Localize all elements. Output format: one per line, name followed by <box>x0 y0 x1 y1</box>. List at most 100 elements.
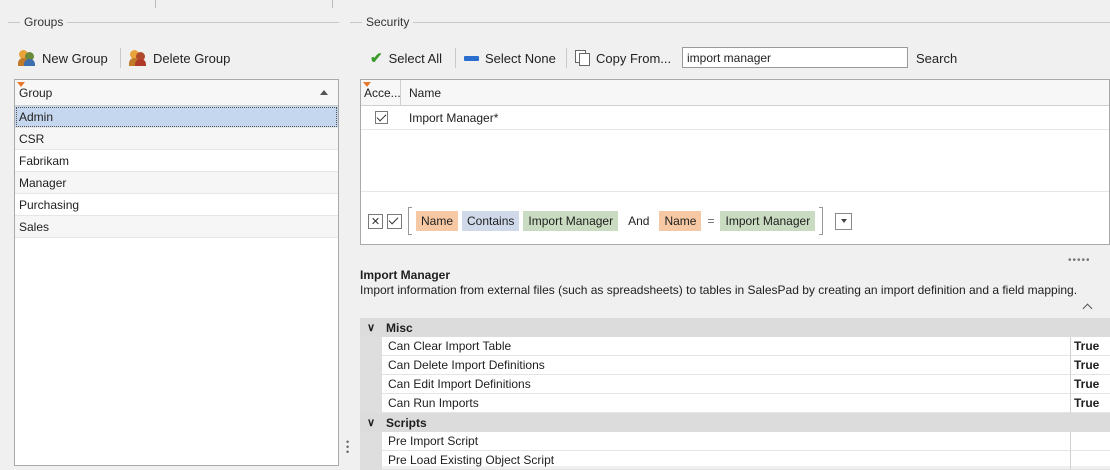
new-group-icon <box>18 50 36 66</box>
property-value[interactable]: True <box>1070 356 1110 375</box>
property-row[interactable]: Can Run Imports True <box>360 394 1110 413</box>
security-row[interactable]: Import Manager* <box>361 106 1109 130</box>
filter-dropdown-button[interactable] <box>835 212 853 230</box>
checkmark-icon: ✔ <box>370 49 383 67</box>
select-none-button[interactable]: Select None <box>464 47 556 69</box>
filter-bracket-close <box>819 207 824 235</box>
groups-panel-title: Groups <box>20 15 68 29</box>
filter-field-1[interactable]: Name <box>416 211 459 231</box>
vertical-splitter-grip-icon[interactable]: • • • <box>346 438 349 457</box>
property-value[interactable]: True <box>1070 375 1110 394</box>
access-checkbox[interactable] <box>374 111 388 124</box>
filter-conjunction[interactable]: And <box>622 214 655 228</box>
property-row[interactable]: Can Delete Import Definitions True <box>360 356 1110 375</box>
filter-bracket-open <box>408 207 412 235</box>
groups-grid: Group Admin CSR Fabrikam Manager Purchasing S… <box>14 79 339 466</box>
property-gutter <box>360 375 382 394</box>
chevron-up-icon[interactable] <box>1082 303 1093 314</box>
group-row[interactable]: Manager <box>15 172 338 194</box>
group-row[interactable]: CSR <box>15 128 338 150</box>
property-grid: ∨ Misc Can Clear Import Table True Can Delet… <box>360 318 1110 470</box>
name-column-header[interactable]: Name <box>401 86 441 100</box>
property-category[interactable]: ∨ Scripts <box>360 413 1110 432</box>
filter-value-1[interactable]: Import Manager <box>523 211 619 231</box>
property-gutter <box>360 432 382 451</box>
collapse-chevron-icon[interactable]: ∨ <box>360 321 382 334</box>
group-row-label: Admin <box>19 109 54 124</box>
filter-field-2[interactable]: Name <box>659 211 702 231</box>
clear-filter-icon[interactable]: ✕ <box>368 213 383 229</box>
enable-filter-checkbox[interactable] <box>387 213 402 229</box>
property-value[interactable] <box>1070 432 1110 451</box>
property-category-label: Misc <box>386 320 413 335</box>
group-row-label: Sales <box>19 219 50 234</box>
security-panel-title: Security <box>362 15 414 29</box>
property-gutter <box>360 337 382 356</box>
property-name: Can Edit Import Definitions <box>382 375 1070 394</box>
group-row[interactable]: Purchasing <box>15 194 338 216</box>
filter-indicator-icon <box>363 82 371 87</box>
property-row[interactable]: Can Clear Import Table True <box>360 337 1110 356</box>
group-column-header[interactable]: Group <box>15 80 338 106</box>
group-row[interactable]: Fabrikam <box>15 150 338 172</box>
description-text: Import information from external files (… <box>360 283 1078 297</box>
top-divider <box>332 0 333 8</box>
splitter-grip-icon[interactable]: ••••• <box>1068 255 1091 266</box>
security-grid-header: Acce... Name <box>361 80 1109 106</box>
group-row-label: Purchasing <box>19 197 80 212</box>
top-remnant <box>0 0 1110 8</box>
property-row[interactable]: Pre Load Existing Object Script <box>360 451 1110 470</box>
top-divider <box>155 0 156 8</box>
security-row-name: Import Manager* <box>409 110 499 125</box>
property-row[interactable]: Pre Import Script <box>360 432 1110 451</box>
group-column-label: Group <box>19 85 53 100</box>
description-title: Import Manager <box>360 268 451 282</box>
new-group-label: New Group <box>42 50 108 66</box>
toolbar-separator <box>455 48 456 68</box>
property-scroll-top <box>360 302 1110 316</box>
copy-from-label: Copy From... <box>596 50 672 66</box>
group-row-label: CSR <box>19 131 45 146</box>
group-row[interactable]: Sales <box>15 216 338 238</box>
property-row[interactable]: Can Edit Import Definitions True <box>360 375 1110 394</box>
property-gutter <box>360 394 382 413</box>
collapse-chevron-icon[interactable]: ∨ <box>360 416 382 429</box>
select-all-button[interactable]: ✔ Select All <box>370 47 442 69</box>
search-label: Search <box>916 50 958 66</box>
group-list: Admin CSR Fabrikam Manager Purchasing Sales <box>15 106 338 238</box>
property-category[interactable]: ∨ Misc <box>360 318 1110 337</box>
security-grid: Acce... Name Import Manager* ✕ Name Cont… <box>360 79 1110 245</box>
property-value[interactable]: True <box>1070 394 1110 413</box>
property-name: Pre Load Existing Object Script <box>382 451 1070 470</box>
filter-operator-2[interactable]: = <box>705 214 716 228</box>
filter-indicator-icon <box>17 82 25 87</box>
property-name: Can Run Imports <box>382 394 1070 413</box>
property-name: Pre Import Script <box>382 432 1070 451</box>
property-value[interactable] <box>1070 451 1110 470</box>
copy-document-icon <box>575 50 590 66</box>
property-value[interactable]: True <box>1070 337 1110 356</box>
delete-group-button[interactable]: Delete Group <box>129 47 230 69</box>
search-button[interactable]: Search <box>916 47 957 69</box>
filter-divider <box>361 191 1109 192</box>
group-row-label: Manager <box>19 175 67 190</box>
copy-from-button[interactable]: Copy From... <box>575 47 671 69</box>
group-row-label: Fabrikam <box>19 153 70 168</box>
property-category-label: Scripts <box>386 415 427 430</box>
property-gutter <box>360 356 382 375</box>
chevron-down-icon <box>840 219 847 223</box>
sort-ascending-icon <box>320 90 328 95</box>
description-area: Import Manager Import information from e… <box>360 268 1110 297</box>
filter-bar: ✕ Name Contains Import Manager And Name … <box>368 207 853 235</box>
delete-group-label: Delete Group <box>153 50 231 66</box>
property-name: Can Clear Import Table <box>382 337 1070 356</box>
filter-value-2[interactable]: Import Manager <box>720 211 816 231</box>
toolbar-separator <box>566 48 567 68</box>
new-group-button[interactable]: New Group <box>18 47 108 69</box>
minus-icon <box>464 55 479 61</box>
filter-operator-1[interactable]: Contains <box>462 211 520 231</box>
group-row[interactable]: Admin <box>15 106 338 128</box>
delete-group-icon <box>129 50 147 66</box>
toolbar-separator <box>120 48 121 68</box>
search-input[interactable] <box>682 47 908 68</box>
